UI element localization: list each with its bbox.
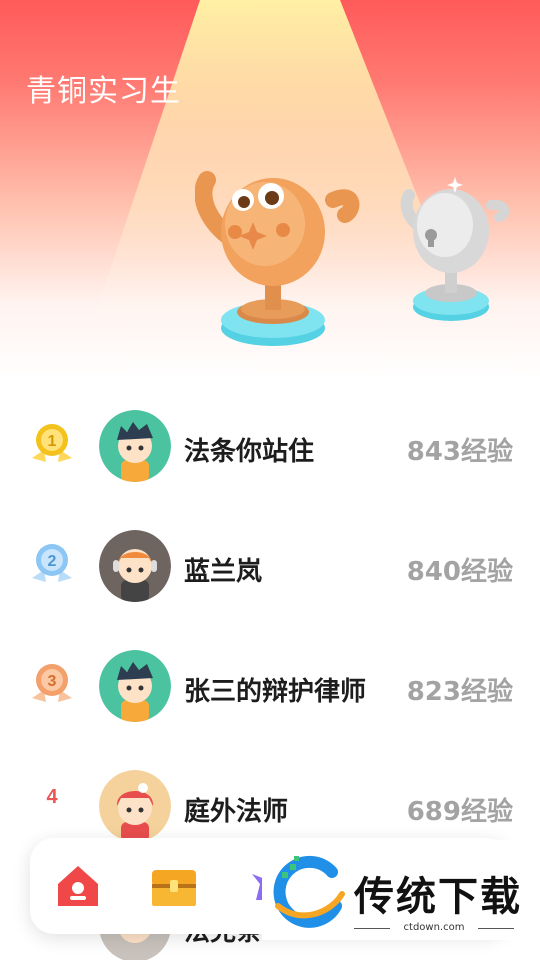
watermark-logo: 传统下载 ctdown.com [262, 840, 532, 940]
rank-number: 4 [46, 786, 58, 808]
svg-text:3: 3 [48, 673, 57, 690]
watermark-c-icon [273, 855, 345, 928]
avatar [99, 650, 171, 722]
hero-banner: 青铜实习生 [0, 0, 540, 380]
gold-medal-icon: 1 [32, 424, 72, 462]
user-name: 庭外法师 [184, 797, 289, 827]
bronze-medal-icon: 3 [32, 664, 72, 702]
user-score: 840经验 [406, 557, 513, 587]
svg-text:2: 2 [48, 553, 57, 570]
watermark-text: 传统下载 [354, 874, 522, 920]
avatar [99, 770, 171, 842]
silver-medal-icon: 2 [32, 544, 72, 582]
leaderboard-row[interactable]: 2 蓝兰岚 840经验 [0, 508, 540, 628]
svg-text:1: 1 [48, 433, 57, 450]
avatar [99, 530, 171, 602]
user-score: 843经验 [406, 437, 513, 467]
watermark-url: ctdown.com [403, 922, 465, 933]
leaderboard-row[interactable]: 3 张三的辩护律师 823经验 [0, 628, 540, 748]
bronze-trophy-icon [195, 171, 360, 346]
leaderboard-row[interactable]: 1 法条你站住 843经验 [0, 388, 540, 508]
user-name: 法条你站住 [184, 437, 315, 467]
home-icon[interactable] [52, 860, 104, 912]
user-score: 823经验 [406, 677, 513, 707]
silver-trophy-icon [400, 177, 510, 321]
user-name: 蓝兰岚 [184, 557, 263, 587]
user-name: 张三的辩护律师 [184, 677, 367, 707]
user-score: 689经验 [406, 797, 513, 827]
rank-title: 青铜实习生 [26, 74, 181, 109]
treasure-chest-icon[interactable] [148, 860, 200, 912]
avatar [99, 410, 171, 482]
